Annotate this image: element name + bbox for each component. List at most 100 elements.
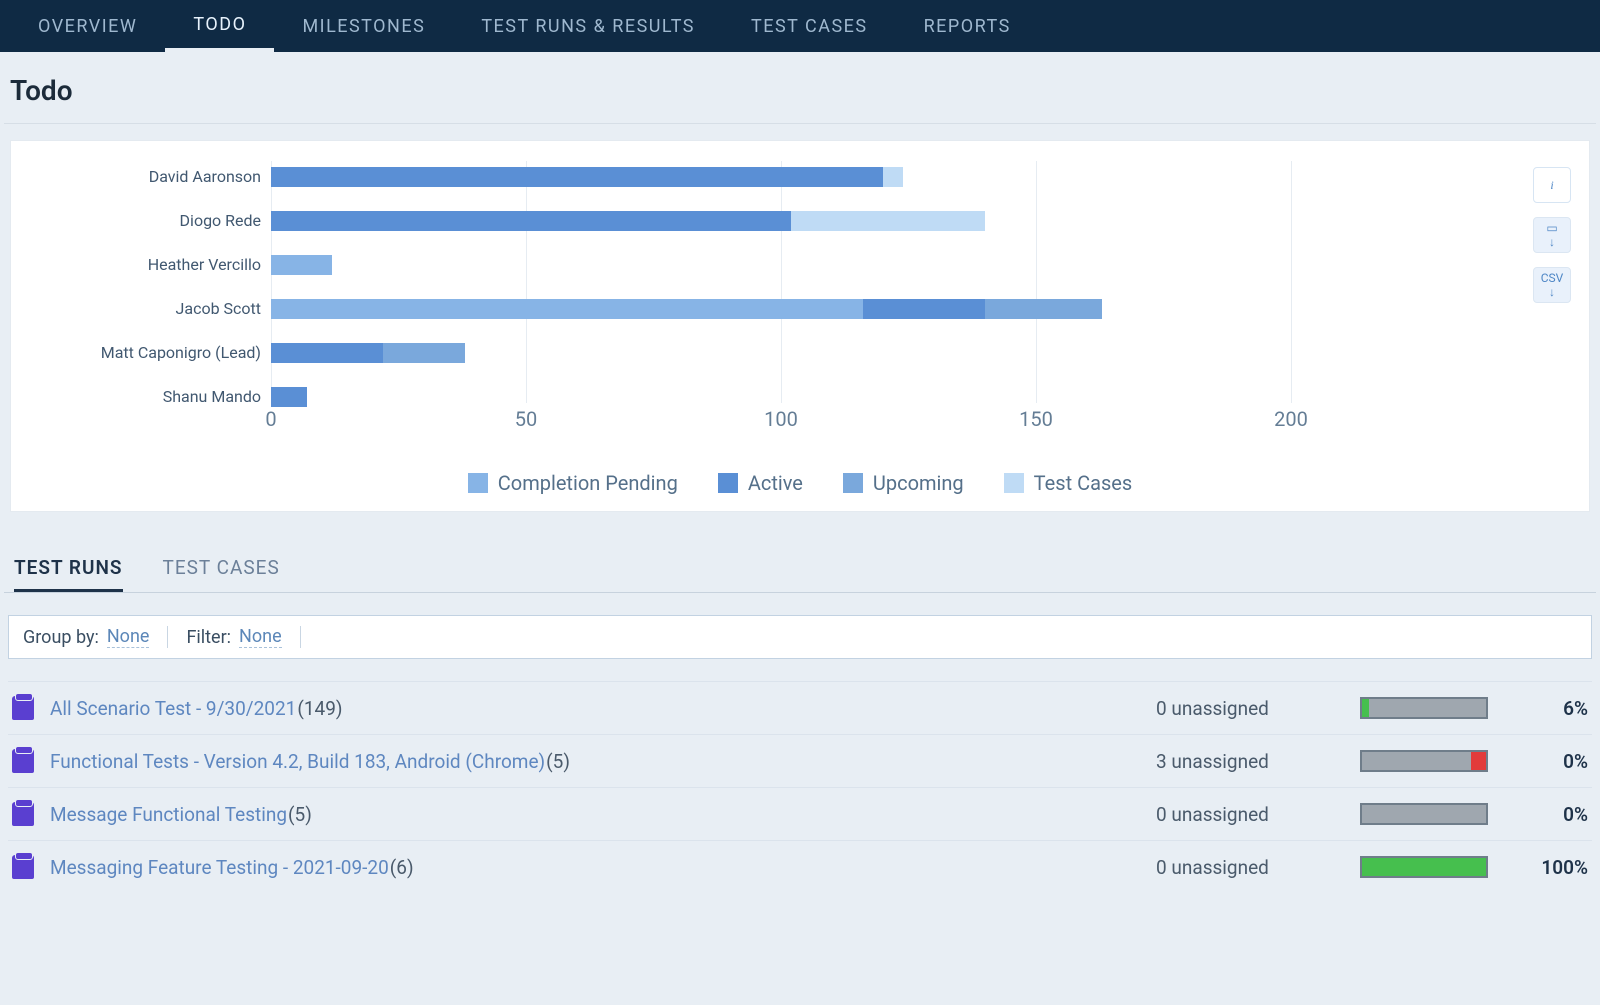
clipboard-icon	[12, 749, 34, 773]
legend-item: Test Cases	[1004, 471, 1133, 495]
clipboard-icon	[12, 855, 34, 879]
clipboard-icon	[12, 696, 34, 720]
sub-tabs: TEST RUNS TEST CASES	[4, 534, 1596, 593]
legend-item: Upcoming	[843, 471, 964, 495]
legend-swatch-icon	[468, 473, 488, 493]
chart-gridline	[1036, 161, 1037, 403]
run-count: (149)	[297, 697, 342, 720]
legend-label: Test Cases	[1034, 471, 1133, 495]
chart-bar-segment	[271, 255, 332, 275]
chart-gridline	[781, 161, 782, 403]
run-progress-bar	[1360, 856, 1488, 878]
run-percent: 0%	[1524, 803, 1588, 826]
chart-x-axis: 050100150200	[271, 403, 1291, 431]
chart-bar-row	[271, 387, 307, 407]
legend-swatch-icon	[718, 473, 738, 493]
legend-item: Active	[718, 471, 803, 495]
progress-fail	[1471, 752, 1486, 770]
clipboard-icon	[12, 802, 34, 826]
legend-label: Completion Pending	[498, 471, 678, 495]
legend-label: Upcoming	[873, 471, 964, 495]
filter-label: Filter:	[186, 627, 231, 648]
subtab-test-runs[interactable]: TEST RUNS	[14, 556, 123, 592]
subtab-test-cases[interactable]: TEST CASES	[163, 556, 280, 592]
run-percent: 0%	[1524, 750, 1588, 773]
chart-bar-segment	[863, 299, 985, 319]
run-row: Functional Tests - Version 4.2, Build 18…	[8, 734, 1592, 787]
chart-bar-segment	[383, 343, 465, 363]
run-row: Message Functional Testing (5) 0 unassign…	[8, 787, 1592, 840]
image-icon: ▭	[1546, 221, 1557, 235]
chart-x-tick: 150	[1019, 407, 1053, 431]
chart-bar-segment	[271, 387, 307, 407]
legend-swatch-icon	[843, 473, 863, 493]
run-unassigned: 0 unassigned	[1156, 856, 1336, 879]
chart-bar-segment	[271, 167, 883, 187]
run-list: All Scenario Test - 9/30/2021 (149) 0 una…	[8, 681, 1592, 893]
chart-plot: 050100150200	[271, 161, 1291, 431]
nav-tab-test-cases[interactable]: TEST CASES	[723, 0, 896, 52]
chart-x-tick: 50	[515, 407, 537, 431]
run-progress-bar	[1360, 697, 1488, 719]
run-name-link[interactable]: Functional Tests - Version 4.2, Build 18…	[50, 750, 545, 773]
chart-actions: i ▭ ↓ CSV ↓	[1533, 167, 1571, 303]
chart-category-label: Diogo Rede	[31, 211, 271, 231]
nav-tab-reports[interactable]: REPORTS	[896, 0, 1039, 52]
filter-bar: Group by: None Filter: None	[8, 615, 1592, 659]
nav-tab-test-runs[interactable]: TEST RUNS & RESULTS	[453, 0, 723, 52]
run-progress-bar	[1360, 750, 1488, 772]
group-by-label: Group by:	[23, 627, 99, 648]
chart-bar-segment	[791, 211, 985, 231]
chart-card: i ▭ ↓ CSV ↓ David Aaronson Diogo Rede He…	[10, 140, 1590, 512]
chart-bar-segment	[271, 343, 383, 363]
chart-bar-segment	[883, 167, 903, 187]
run-row: Messaging Feature Testing - 2021-09-20 (…	[8, 840, 1592, 893]
run-row: All Scenario Test - 9/30/2021 (149) 0 una…	[8, 681, 1592, 734]
run-unassigned: 0 unassigned	[1156, 697, 1336, 720]
legend-item: Completion Pending	[468, 471, 678, 495]
chart-bar-row	[271, 343, 465, 363]
chart-bar-row	[271, 255, 332, 275]
chart-bar-row	[271, 167, 903, 187]
page-title: Todo	[0, 52, 1600, 123]
filter-value[interactable]: None	[239, 626, 282, 648]
chart-bar-segment	[271, 299, 863, 319]
csv-icon: CSV	[1541, 271, 1564, 285]
nav-tab-todo[interactable]: TODO	[165, 0, 274, 52]
top-nav: OVERVIEW TODO MILESTONES TEST RUNS & RES…	[0, 0, 1600, 52]
chart-bar-row	[271, 299, 1102, 319]
chart-legend: Completion Pending Active Upcoming Test …	[31, 471, 1569, 495]
info-icon: i	[1550, 178, 1553, 193]
nav-tab-milestones[interactable]: MILESTONES	[274, 0, 453, 52]
run-unassigned: 0 unassigned	[1156, 803, 1336, 826]
run-unassigned: 3 unassigned	[1156, 750, 1336, 773]
chart-body: David Aaronson Diogo Rede Heather Vercil…	[31, 161, 1291, 431]
run-progress-bar	[1360, 803, 1488, 825]
chart-category-label: Matt Caponigro (Lead)	[31, 343, 271, 363]
legend-swatch-icon	[1004, 473, 1024, 493]
chart-y-labels: David Aaronson Diogo Rede Heather Vercil…	[31, 161, 271, 431]
nav-tab-overview[interactable]: OVERVIEW	[10, 0, 165, 52]
chart-info-button[interactable]: i	[1533, 167, 1571, 203]
chart-download-image-button[interactable]: ▭ ↓	[1533, 217, 1571, 253]
chart-x-tick: 100	[764, 407, 798, 431]
chart-download-csv-button[interactable]: CSV ↓	[1533, 267, 1571, 303]
progress-pass	[1362, 858, 1486, 876]
chart-x-tick: 0	[265, 407, 276, 431]
run-name-link[interactable]: Message Functional Testing	[50, 803, 287, 826]
chart-gridline	[526, 161, 527, 403]
chart-category-label: Jacob Scott	[31, 299, 271, 319]
run-percent: 6%	[1524, 697, 1588, 720]
download-arrow-icon: ↓	[1549, 235, 1555, 249]
chart-bar-segment	[985, 299, 1102, 319]
chart-bar-segment	[271, 211, 791, 231]
download-arrow-icon: ↓	[1549, 285, 1555, 299]
run-count: (5)	[546, 750, 570, 773]
chart-gridline	[1291, 161, 1292, 403]
chart-category-label: David Aaronson	[31, 167, 271, 187]
run-name-link[interactable]: Messaging Feature Testing - 2021-09-20	[50, 856, 389, 879]
run-count: (5)	[288, 803, 312, 826]
chart-category-label: Heather Vercillo	[31, 255, 271, 275]
run-name-link[interactable]: All Scenario Test - 9/30/2021	[50, 697, 296, 720]
group-by-value[interactable]: None	[107, 626, 150, 648]
